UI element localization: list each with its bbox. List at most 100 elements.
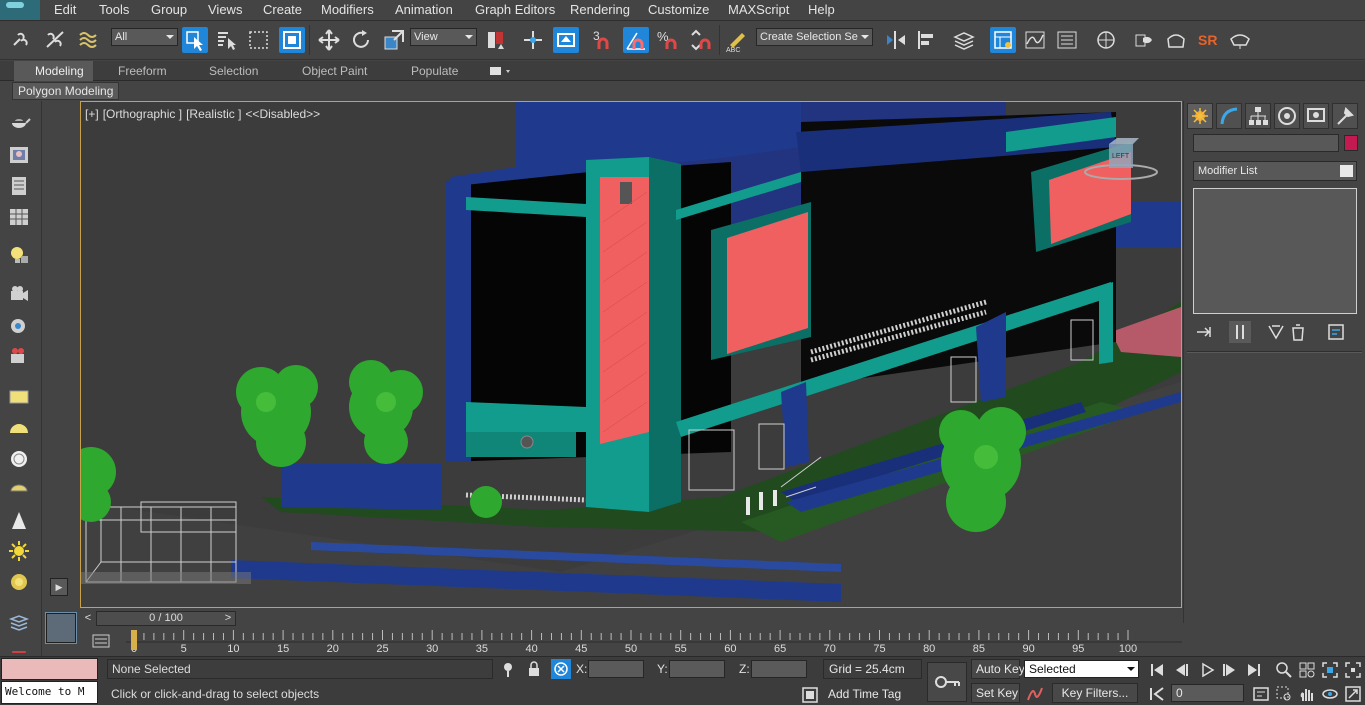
- object-color-swatch[interactable]: [1344, 135, 1358, 151]
- select-and-manipulate-icon[interactable]: [520, 27, 546, 53]
- zoom-all-icon[interactable]: [1297, 660, 1317, 680]
- play-icon[interactable]: [1197, 660, 1217, 680]
- trackbar-filter-icon[interactable]: [92, 634, 110, 648]
- display-tab-icon[interactable]: [1303, 103, 1329, 129]
- viewport-label[interactable]: [+] [Orthographic ] [Realistic ] <<Disabled…: [85, 107, 324, 121]
- particle-flow-icon[interactable]: [7, 611, 31, 635]
- default-in-out-tangent-icon[interactable]: [1025, 684, 1045, 704]
- current-frame-marker[interactable]: [131, 630, 137, 650]
- make-unique-icon[interactable]: [1265, 321, 1287, 343]
- edit-named-selection-icon[interactable]: ABC: [724, 27, 750, 53]
- zoom-extents-icon[interactable]: [1320, 660, 1340, 680]
- select-and-move-icon[interactable]: [316, 27, 342, 53]
- app-logo-icon[interactable]: [0, 0, 40, 20]
- time-slider-thumb[interactable]: 0 / 100: [96, 611, 236, 626]
- menu-rendering[interactable]: Rendering: [570, 2, 630, 17]
- object-name-field[interactable]: [1193, 134, 1339, 152]
- camera-icon[interactable]: [7, 282, 31, 306]
- zoom-extents-all-icon[interactable]: [1343, 660, 1363, 680]
- snaps-toggle-icon[interactable]: 3: [590, 27, 616, 53]
- time-slider-next[interactable]: >: [221, 611, 235, 626]
- render-frame-window-icon[interactable]: [1163, 27, 1189, 53]
- isolate-selection-icon[interactable]: [498, 659, 518, 679]
- mini-curve-editor-icon[interactable]: [46, 613, 76, 643]
- configure-modifier-sets-icon[interactable]: [1325, 321, 1347, 343]
- zoom-viewport-icon[interactable]: [1274, 660, 1294, 680]
- mini-curve-editor-toggle[interactable]: [43, 609, 80, 656]
- menu-edit[interactable]: Edit: [54, 2, 76, 17]
- select-by-name-icon[interactable]: [214, 27, 240, 53]
- select-and-scale-icon[interactable]: [381, 27, 407, 53]
- photo-icon[interactable]: [7, 143, 31, 167]
- tab-populate[interactable]: Populate: [411, 61, 458, 81]
- pin-stack-icon[interactable]: [1193, 321, 1215, 343]
- menu-create[interactable]: Create: [263, 2, 302, 17]
- viewport-orthographic[interactable]: [+] [Orthographic ] [Realistic ] <<Disabled…: [80, 101, 1182, 608]
- sphere-primitive-icon[interactable]: [7, 447, 31, 471]
- next-frame-icon[interactable]: [1219, 660, 1239, 680]
- render-setup-icon[interactable]: [1131, 27, 1157, 53]
- menu-customize[interactable]: Customize: [648, 2, 709, 17]
- menu-maxscript[interactable]: MAXScript: [728, 2, 789, 17]
- percent-snap-icon[interactable]: %: [655, 27, 681, 53]
- rectangular-selection-icon[interactable]: [246, 27, 272, 53]
- set-key-mode-icon[interactable]: [927, 662, 967, 702]
- curve-editor-icon[interactable]: [1022, 27, 1048, 53]
- previous-frame-icon[interactable]: [1172, 660, 1192, 680]
- add-time-tag[interactable]: Add Time Tag: [823, 684, 922, 704]
- tab-modeling[interactable]: Modeling: [14, 61, 93, 81]
- scene-explorer-icon[interactable]: [990, 27, 1016, 53]
- maxscript-mini-listener[interactable]: [1, 658, 98, 680]
- key-mode-toggle-icon[interactable]: [1147, 684, 1167, 704]
- remove-modifier-icon[interactable]: [1287, 321, 1309, 343]
- orbit-icon[interactable]: [1320, 684, 1340, 704]
- viewport-menu-plus[interactable]: [+]: [85, 107, 99, 121]
- hierarchy-tab-icon[interactable]: [1245, 103, 1271, 129]
- modify-tab-icon[interactable]: [1216, 103, 1242, 129]
- tab-selection[interactable]: Selection: [209, 61, 258, 81]
- show-end-result-icon[interactable]: [1229, 321, 1251, 343]
- viewcube[interactable]: LEFT: [1081, 136, 1161, 186]
- utilities-tab-icon[interactable]: [1332, 103, 1358, 129]
- named-selection-sets-dropdown[interactable]: Create Selection Se: [756, 28, 873, 46]
- key-filters-button[interactable]: Key Filters...: [1052, 683, 1138, 703]
- select-and-rotate-icon[interactable]: [348, 27, 374, 53]
- light-bulb-icon[interactable]: [7, 243, 31, 267]
- render-teapot-icon[interactable]: [7, 637, 31, 653]
- tab-freeform[interactable]: Freeform: [118, 61, 167, 81]
- set-key-button[interactable]: Set Key: [971, 683, 1020, 703]
- selection-lock-icon[interactable]: [524, 659, 544, 679]
- maxscript-output[interactable]: Welcome to M: [1, 681, 98, 704]
- expand-toolbar-button[interactable]: ▶: [50, 578, 68, 596]
- keyboard-shortcut-override-icon[interactable]: [553, 27, 579, 53]
- key-mode-dropdown[interactable]: Selected: [1024, 660, 1139, 678]
- auto-key-button[interactable]: Auto Key: [971, 659, 1025, 679]
- angle-snap-icon[interactable]: [623, 27, 649, 53]
- hemisphere-primitive-icon[interactable]: [7, 416, 31, 440]
- absolute-mode-transform-icon[interactable]: [551, 659, 571, 679]
- material-editor-icon[interactable]: [1093, 27, 1119, 53]
- polygon-modeling-panel-button[interactable]: Polygon Modeling: [12, 82, 120, 100]
- viewport-disabled-label[interactable]: <<Disabled>>: [245, 107, 320, 121]
- spinner-snap-icon[interactable]: [688, 27, 714, 53]
- go-to-end-icon[interactable]: [1244, 660, 1264, 680]
- motion-tab-icon[interactable]: [1274, 103, 1300, 129]
- menu-tools[interactable]: Tools: [99, 2, 129, 17]
- spreadsheet-icon[interactable]: [7, 205, 31, 229]
- sun-light-icon[interactable]: [7, 539, 31, 563]
- menu-group[interactable]: Group: [151, 2, 187, 17]
- pivot-center-icon[interactable]: [483, 27, 509, 53]
- region-zoom-icon[interactable]: [1274, 684, 1294, 704]
- track-bar[interactable]: 0510152025303540455055606570758085909510…: [80, 629, 1182, 656]
- go-to-start-icon[interactable]: [1147, 660, 1167, 680]
- time-configuration-icon[interactable]: [1251, 684, 1271, 704]
- menu-help[interactable]: Help: [808, 2, 835, 17]
- viewport-shading-label[interactable]: [Realistic ]: [186, 107, 241, 121]
- schematic-view-icon[interactable]: [1054, 27, 1080, 53]
- menu-modifiers[interactable]: Modifiers: [321, 2, 374, 17]
- render-camera-icon[interactable]: [7, 314, 31, 338]
- selection-filter-dropdown[interactable]: All: [111, 28, 178, 46]
- video-camera-icon[interactable]: [7, 344, 31, 368]
- viewport-scene[interactable]: [81, 102, 1181, 607]
- select-object-icon[interactable]: [182, 27, 208, 53]
